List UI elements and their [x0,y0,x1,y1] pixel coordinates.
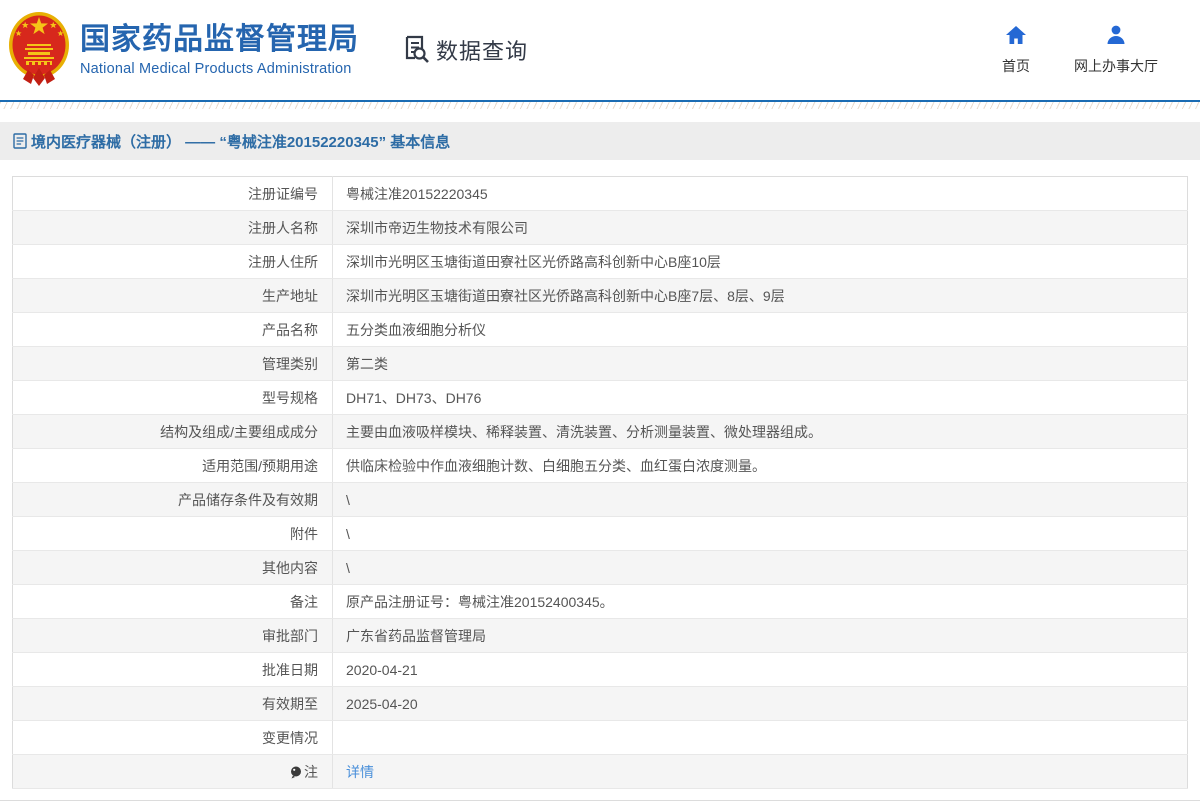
row-label: 注册证编号 [12,176,333,211]
page-title-bar: 境内医疗器械（注册） —— “粤械注准20152220345” 基本信息 [0,122,1200,160]
row-label: 生产地址 [12,278,333,313]
info-table-body: 注册证编号 粤械注准20152220345 注册人名称 深圳市帝迈生物技术有限公司 注册… [12,176,1188,789]
row-value: 2020-04-21 [332,652,1188,687]
row-label: 变更情况 [12,720,333,755]
nav-item-label: 网上办事大厅 [1074,57,1158,74]
page-title: 境内医疗器械（注册） —— “粤械注准20152220345” 基本信息 [31,133,451,151]
table-row: 适用范围/预期用途 供临床检验中作血液细胞计数、白细胞五分类、血红蛋白浓度测量。 [12,448,1188,483]
row-value: 第二类 [332,346,1188,381]
row-value: 粤械注准20152220345 [332,176,1188,211]
table-row: 附件 \ [12,516,1188,551]
table-row: 有效期至 2025-04-20 [12,686,1188,721]
header-hatch-texture [0,102,1200,109]
data-query-section: 数据查询 [401,33,528,68]
table-row: 注册人住所 深圳市光明区玉塘街道田寮社区光侨路高科创新中心B座10层 [12,244,1188,279]
table-row: 产品储存条件及有效期 \ [12,482,1188,517]
table-row: 注详情 [12,754,1188,789]
row-label: 注册人住所 [12,244,333,279]
table-row: 审批部门 广东省药品监督管理局 [12,618,1188,653]
row-value: 原产品注册证号：粤械注准20152400345。 [332,584,1188,619]
row-value: 深圳市光明区玉塘街道田寮社区光侨路高科创新中心B座7层、8层、9层 [332,278,1188,313]
row-value: 供临床检验中作血液细胞计数、白细胞五分类、血红蛋白浓度测量。 [332,448,1188,483]
table-row: 生产地址 深圳市光明区玉塘街道田寮社区光侨路高科创新中心B座7层、8层、9层 [12,278,1188,313]
row-value: 深圳市帝迈生物技术有限公司 [332,210,1188,245]
table-row: 结构及组成/主要组成成分 主要由血液吸样模块、稀释装置、清洗装置、分析测量装置、微… [12,414,1188,449]
site-header: 国家药品监督管理局 National Medical Products Admi… [0,0,1200,100]
row-label: 批准日期 [12,652,333,687]
table-row: 管理类别 第二类 [12,346,1188,381]
row-value: 五分类血液细胞分析仪 [332,312,1188,347]
row-label: 产品名称 [12,312,333,347]
table-row: 型号规格 DH71、DH73、DH76 [12,380,1188,415]
table-row: 注册证编号 粤械注准20152220345 [12,176,1188,211]
row-label: 审批部门 [12,618,333,653]
row-value: \ [332,516,1188,551]
row-label: 管理类别 [12,346,333,381]
top-nav: 首页 网上办事大厅 [1002,25,1158,76]
row-value: 2025-04-20 [332,686,1188,721]
user-icon [1105,25,1127,50]
bulb-icon [290,766,302,782]
table-row: 变更情况 [12,720,1188,755]
org-titles: 国家药品监督管理局 National Medical Products Admi… [80,23,359,77]
registration-info-table: 注册证编号 粤械注准20152220345 注册人名称 深圳市帝迈生物技术有限公司 注册… [12,176,1188,789]
row-label: 备注 [12,584,333,619]
row-value: 深圳市光明区玉塘街道田寮社区光侨路高科创新中心B座10层 [332,244,1188,279]
footer-divider [0,800,1200,801]
table-row: 备注 原产品注册证号：粤械注准20152400345。 [12,584,1188,619]
table-row: 注册人名称 深圳市帝迈生物技术有限公司 [12,210,1188,245]
detail-link[interactable]: 详情 [346,764,374,780]
row-value: \ [332,550,1188,585]
nav-item-label: 首页 [1002,57,1030,74]
org-name-en: National Medical Products Administration [80,60,352,77]
row-label: 注 [12,754,333,789]
table-row: 批准日期 2020-04-21 [12,652,1188,687]
row-value: DH71、DH73、DH76 [332,380,1188,415]
org-name-zh: 国家药品监督管理局 [80,23,359,57]
row-label: 有效期至 [12,686,333,721]
nav-item-home[interactable]: 首页 [1002,25,1030,76]
nav-item-service-hall[interactable]: 网上办事大厅 [1074,25,1158,76]
row-value [332,720,1188,755]
data-query-label: 数据查询 [436,39,529,64]
row-label: 结构及组成/主要组成成分 [12,414,333,449]
row-value: 主要由血液吸样模块、稀释装置、清洗装置、分析测量装置、微处理器组成。 [332,414,1188,449]
table-row: 产品名称 五分类血液细胞分析仪 [12,312,1188,347]
row-label: 型号规格 [12,380,333,415]
row-label: 产品储存条件及有效期 [12,482,333,517]
row-label: 其他内容 [12,550,333,585]
row-label: 附件 [12,516,333,551]
document-icon [13,133,27,149]
row-label: 注册人名称 [12,210,333,245]
home-icon [1005,25,1027,50]
row-value: 广东省药品监督管理局 [332,618,1188,653]
data-query-icon [401,33,431,68]
nmpa-emblem-logo [8,10,70,93]
row-value: \ [332,482,1188,517]
row-value: 详情 [332,754,1188,789]
row-label: 适用范围/预期用途 [12,448,333,483]
table-row: 其他内容 \ [12,550,1188,585]
